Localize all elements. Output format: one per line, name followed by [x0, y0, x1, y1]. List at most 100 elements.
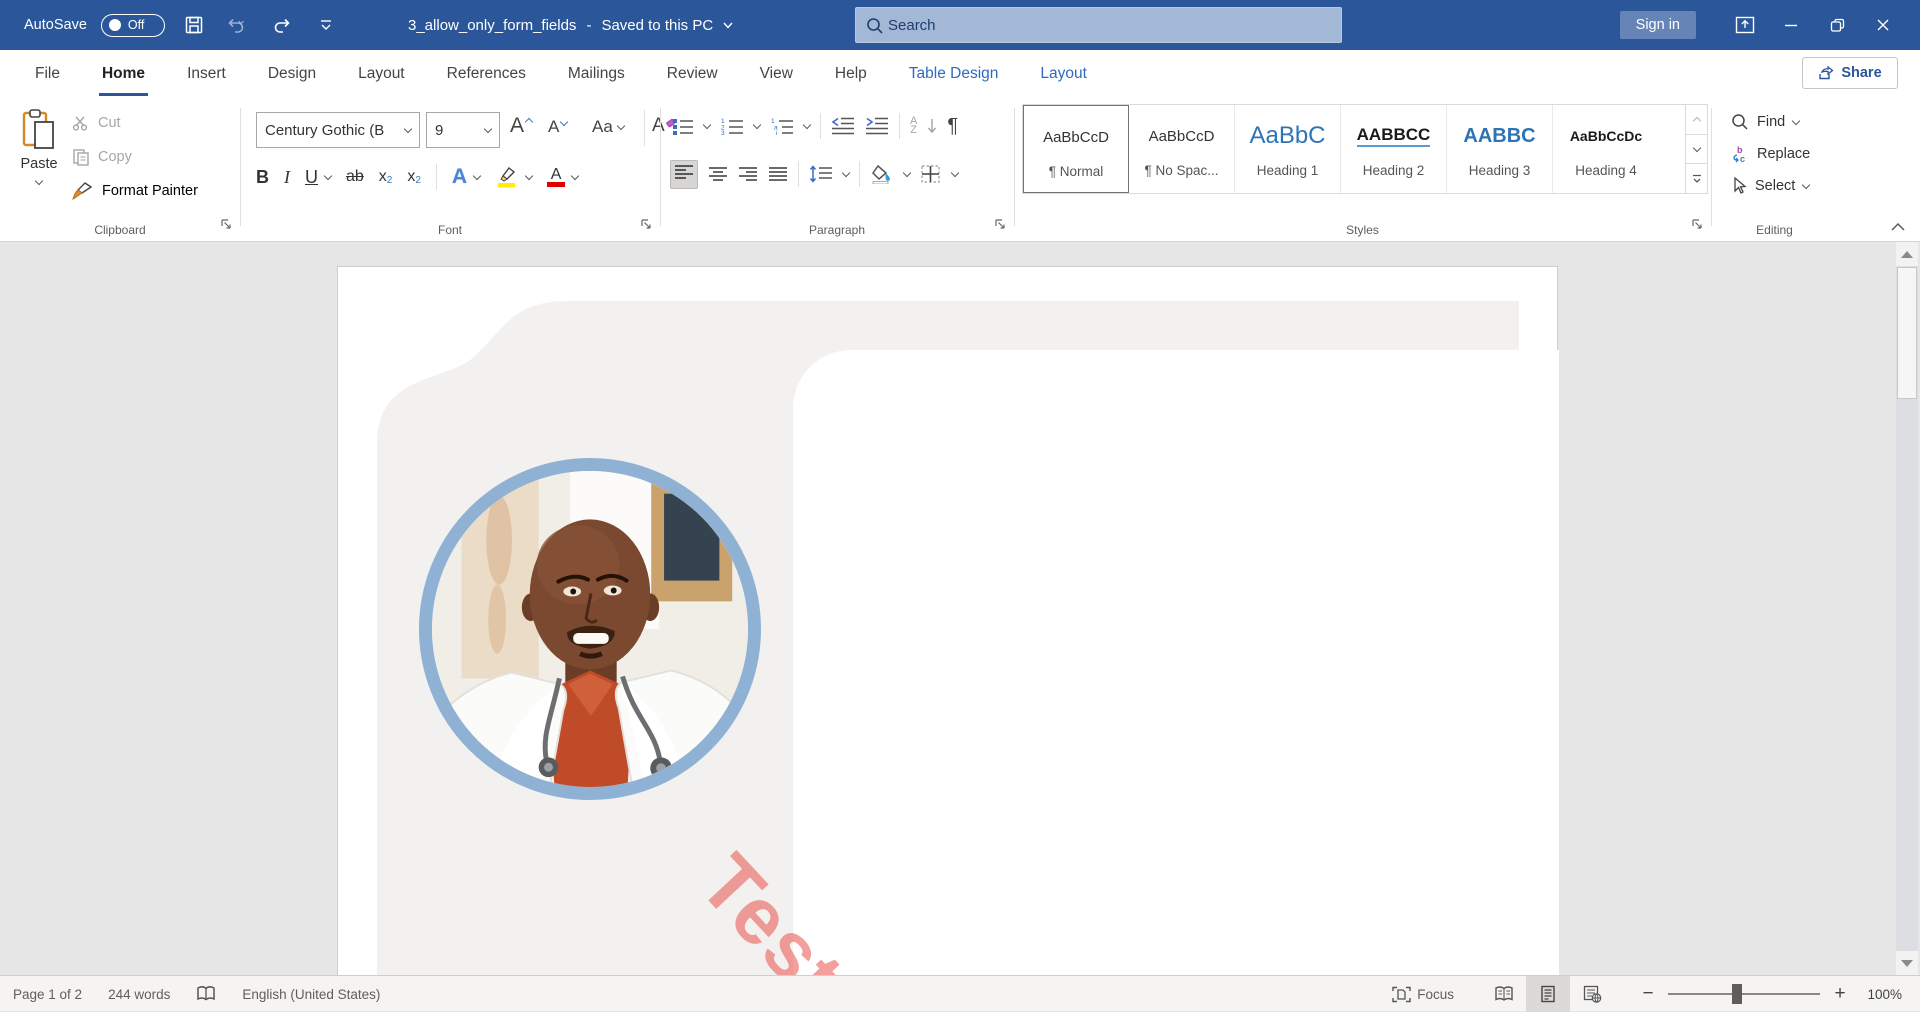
bullet-list-chevron[interactable]	[703, 120, 711, 128]
font-color-chevron[interactable]	[571, 171, 579, 179]
style-heading-2[interactable]: AABBCC Heading 2	[1341, 105, 1447, 193]
zoom-in-button[interactable]: +	[1830, 983, 1850, 1005]
tab-view[interactable]: View	[739, 50, 814, 100]
collapse-ribbon-button[interactable]	[1890, 220, 1906, 238]
font-dialog-launcher[interactable]	[640, 217, 652, 235]
autosave-toggle[interactable]: Off	[101, 14, 165, 37]
document-title[interactable]: 3_allow_only_form_fields - Saved to this…	[408, 0, 733, 50]
search-input[interactable]	[888, 17, 1268, 34]
numbered-list-chevron[interactable]	[753, 120, 761, 128]
format-painter-button[interactable]: Format Painter	[72, 177, 198, 205]
zoom-level-value[interactable]: 100%	[1850, 987, 1902, 1002]
document-area[interactable]: Test	[0, 242, 1920, 975]
scrollbar-thumb[interactable]	[1897, 267, 1917, 399]
save-button[interactable]	[179, 7, 209, 43]
print-layout-button[interactable]	[1526, 976, 1570, 1012]
line-spacing-chevron[interactable]	[842, 168, 850, 176]
undo-button[interactable]	[223, 7, 253, 43]
subscript-button[interactable]: x2	[379, 168, 393, 186]
tab-file[interactable]: File	[14, 50, 81, 100]
tab-layout[interactable]: Layout	[337, 50, 426, 100]
tab-design[interactable]: Design	[247, 50, 337, 100]
read-mode-button[interactable]	[1482, 976, 1526, 1012]
copy-button[interactable]: Copy	[72, 143, 132, 171]
styles-scroll-down-button[interactable]	[1686, 135, 1707, 165]
highlight-chevron[interactable]	[525, 171, 533, 179]
styles-scroll-up-button[interactable]	[1686, 105, 1707, 135]
underline-button[interactable]: U	[305, 167, 318, 188]
styles-dialog-launcher[interactable]	[1691, 217, 1703, 235]
document-page[interactable]: Test	[337, 266, 1558, 975]
find-button[interactable]: Find	[1731, 108, 1799, 136]
tab-review[interactable]: Review	[646, 50, 739, 100]
zoom-slider-thumb[interactable]	[1732, 984, 1742, 1004]
justify-icon[interactable]	[768, 166, 788, 182]
tab-table-layout[interactable]: Layout	[1019, 50, 1108, 100]
highlight-button[interactable]	[495, 166, 519, 188]
paste-button[interactable]: Paste	[10, 106, 68, 210]
close-button[interactable]	[1860, 0, 1906, 50]
decrease-indent-icon[interactable]	[831, 117, 855, 135]
cut-button[interactable]: Cut	[72, 109, 121, 137]
find-chevron[interactable]	[1792, 116, 1800, 124]
borders-chevron[interactable]	[951, 168, 959, 176]
clipboard-dialog-launcher[interactable]	[220, 217, 232, 235]
superscript-button[interactable]: x2	[407, 168, 421, 186]
show-formatting-marks-button[interactable]: ¶	[947, 115, 958, 138]
underline-chevron[interactable]	[324, 171, 332, 179]
paragraph-dialog-launcher[interactable]	[994, 217, 1006, 235]
text-effects-button[interactable]: A	[452, 165, 467, 189]
align-center-icon[interactable]	[708, 166, 728, 182]
tab-insert[interactable]: Insert	[166, 50, 247, 100]
minimize-button[interactable]	[1768, 0, 1814, 50]
align-left-button[interactable]	[670, 160, 698, 189]
proofing-status-button[interactable]	[196, 985, 216, 1003]
search-bar[interactable]	[855, 7, 1342, 43]
style-normal[interactable]: AaBbCcD ¶ Normal	[1023, 105, 1129, 193]
doctor-photo[interactable]	[419, 458, 761, 800]
select-chevron[interactable]	[1802, 180, 1810, 188]
scroll-down-button[interactable]	[1896, 951, 1918, 975]
strikethrough-button[interactable]: ab	[346, 168, 364, 186]
language-indicator[interactable]: English (United States)	[242, 987, 380, 1002]
shrink-font-button[interactable]: A	[548, 117, 567, 137]
focus-mode-button[interactable]: Focus	[1392, 986, 1454, 1003]
increase-indent-icon[interactable]	[865, 117, 889, 135]
ribbon-display-options-button[interactable]	[1722, 0, 1768, 50]
customize-quick-access-toolbar-button[interactable]	[311, 7, 341, 43]
change-case-button[interactable]: Aa	[592, 117, 624, 137]
replace-button[interactable]: b c Replace	[1731, 140, 1810, 168]
redo-button[interactable]	[267, 7, 297, 43]
tab-help[interactable]: Help	[814, 50, 888, 100]
zoom-slider[interactable]	[1668, 993, 1820, 995]
tab-home[interactable]: Home	[81, 50, 166, 100]
italic-button[interactable]: I	[284, 167, 290, 188]
bullet-list-icon[interactable]	[672, 117, 694, 135]
bold-button[interactable]: B	[256, 167, 269, 188]
tab-references[interactable]: References	[426, 50, 547, 100]
tab-mailings[interactable]: Mailings	[547, 50, 646, 100]
shading-chevron[interactable]	[903, 168, 911, 176]
align-right-icon[interactable]	[738, 166, 758, 182]
styles-gallery-expand-button[interactable]	[1686, 164, 1707, 193]
sort-button[interactable]: A Z	[910, 117, 917, 135]
sign-in-button[interactable]: Sign in	[1620, 11, 1696, 39]
zoom-out-button[interactable]: −	[1638, 983, 1658, 1005]
share-button[interactable]: Share	[1802, 57, 1898, 89]
style-no-spacing[interactable]: AaBbCcD ¶ No Spac...	[1129, 105, 1235, 193]
shading-icon[interactable]	[870, 164, 894, 184]
style-heading-3[interactable]: AABBC Heading 3	[1447, 105, 1553, 193]
restore-button[interactable]	[1814, 0, 1860, 50]
paste-dropdown-chevron[interactable]	[35, 177, 43, 185]
numbered-list-icon[interactable]: 1 2 3	[720, 117, 744, 135]
font-name-combo[interactable]: Century Gothic (B	[256, 112, 420, 148]
word-count-indicator[interactable]: 244 words	[108, 987, 170, 1002]
font-color-button[interactable]: A	[547, 167, 565, 187]
multilevel-list-chevron[interactable]	[803, 120, 811, 128]
tab-table-design[interactable]: Table Design	[888, 50, 1020, 100]
grow-font-button[interactable]: A	[510, 114, 532, 138]
font-size-combo[interactable]: 9	[426, 112, 500, 148]
scroll-up-button[interactable]	[1896, 242, 1918, 266]
select-button[interactable]: Select	[1731, 172, 1809, 200]
vertical-scrollbar[interactable]	[1896, 242, 1918, 975]
